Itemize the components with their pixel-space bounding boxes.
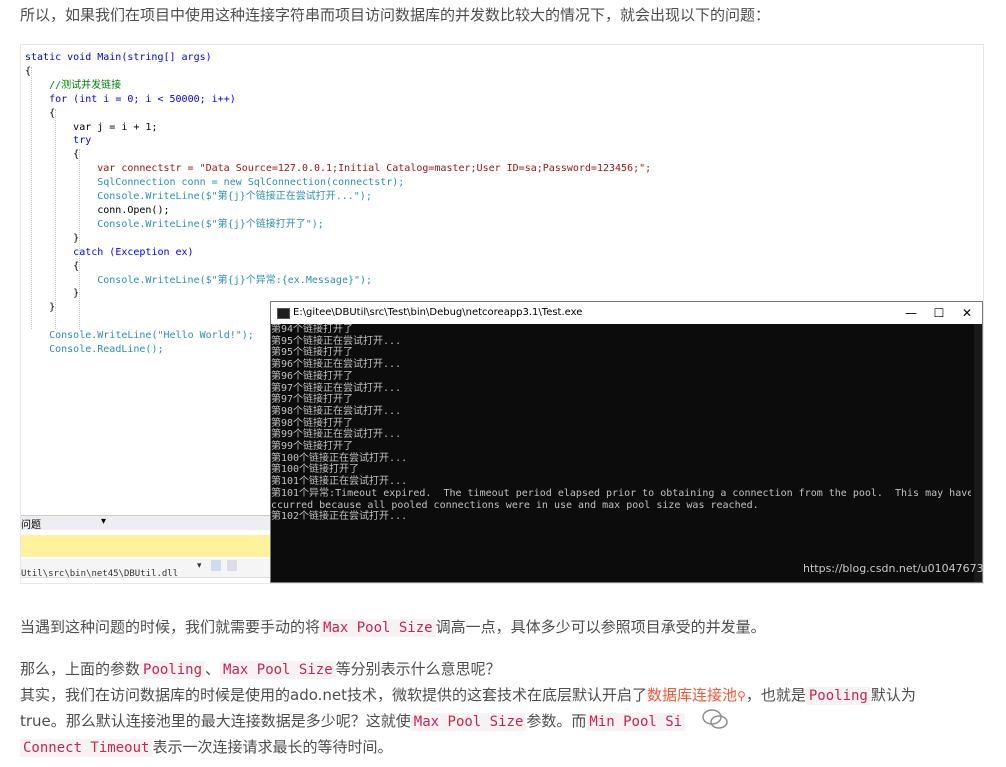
code-line-4: for (int i = 0; i < 50000; i++) xyxy=(49,93,236,105)
console-scrollbar[interactable] xyxy=(974,324,982,582)
connection-pool-link[interactable]: 数据库连接池 xyxy=(647,686,737,704)
console-line: 第97个链接正在尝试打开... xyxy=(271,382,402,394)
ide-screenshot: static void Main(string[] args) { //测试并发… xyxy=(20,44,984,584)
console-line: 第95个链接正在尝试打开... xyxy=(271,335,402,347)
code-line-6: var j = i + 1; xyxy=(73,121,158,133)
para4-text-a: true。那么默认连接池里的最大连接数据是多少呢？这就使 xyxy=(20,712,411,730)
code-line-11: Console.WriteLine($"第{j}个链接正在尝试打开..."); xyxy=(97,191,372,203)
code-line-15: catch (Exception ex) xyxy=(73,246,194,258)
inline-code: Min Pool Si xyxy=(586,713,686,731)
para3-text-a: 其实，我们在访问数据库的时候是使用的ado.net技术，微软提供的这套技术在底层… xyxy=(20,686,648,704)
highlight-band xyxy=(21,535,271,557)
chevron-down-icon[interactable]: ▾ xyxy=(197,561,202,571)
code-line-7: try xyxy=(73,135,92,147)
paragraph-5: Connect Timeout 表示一次连接请求最长的等待时间。 xyxy=(20,734,392,761)
para1-text-b: 调高一点，具体多少可以参照项目承受的并发量。 xyxy=(435,618,766,636)
close-button[interactable]: ✕ xyxy=(952,302,982,324)
code-line-13: Console.WriteLine($"第{j}个链接打开了"); xyxy=(97,218,324,230)
console-line: 第96个链接打开了 xyxy=(271,370,354,382)
toolbar-icon[interactable] xyxy=(227,560,237,571)
console-line: 第97个链接打开了 xyxy=(271,394,354,406)
para3-text-b: ，也就是 xyxy=(745,686,806,704)
inline-code: Connect Timeout xyxy=(20,739,153,757)
para2-text-b: 等分别表示什么意思呢？ xyxy=(335,660,501,678)
wechat-watermark xyxy=(702,708,982,736)
inline-code: Pooling xyxy=(805,687,871,705)
console-line: 第100个链接正在尝试打开... xyxy=(271,452,408,464)
code-line-18: } xyxy=(73,288,80,300)
maximize-button[interactable]: ☐ xyxy=(924,302,954,324)
para4-text-b: 参数。而 xyxy=(526,712,587,730)
paragraph-2: 那么，上面的参数 Pooling、 Max Pool Size 等分别表示什么意思呢？ xyxy=(20,656,501,683)
paragraph-1: 当遇到这种问题的时候，我们就需要手动的将 Max Pool Size 调高一点，具体… xyxy=(20,614,766,641)
code-line-8: { xyxy=(73,149,80,161)
paragraph-4: true。那么默认连接池里的最大连接数据是多少呢？这就使 Max Pool Siz… xyxy=(20,708,686,735)
console-line: 第94个链接打开了 xyxy=(271,324,354,335)
paragraph-3: 其实，我们在访问数据库的时候是使用的ado.net技术，微软提供的这套技术在底层… xyxy=(20,682,916,709)
code-line-9: var connectstr = "Data Source=127.0.0.1;… xyxy=(97,163,652,175)
intro-paragraph: 所以，如果我们在项目中使用这种连接字符串而项目访问数据库的并发数比较大的情况下，… xyxy=(20,6,771,24)
code-line-20: Console.WriteLine("Hello World!"); xyxy=(49,330,254,342)
code-line-19: } xyxy=(49,302,56,314)
console-line: 第99个链接打开了 xyxy=(271,441,354,453)
code-line-1: static void Main(string[] args) xyxy=(25,52,212,63)
dropdown-icon[interactable]: ▾ xyxy=(101,516,106,527)
console-window: E:\gitee\DBUtil\src\Test\bin\Debug\netco… xyxy=(270,301,983,583)
console-line: 第98个链接正在尝试打开... xyxy=(271,405,402,417)
console-line: 第102个链接正在尝试打开... xyxy=(271,511,408,523)
console-title: E:\gitee\DBUtil\src\Test\bin\Debug\netco… xyxy=(293,307,583,318)
code-line-16: { xyxy=(73,260,80,272)
inline-code: Max Pool Size xyxy=(410,713,527,731)
para2-separator: 、 xyxy=(205,660,221,678)
console-line: ccurred because all pooled connections w… xyxy=(271,499,759,511)
error-list-tab[interactable]: 问题 xyxy=(21,516,41,531)
code-line-2: { xyxy=(25,65,32,77)
para1-text-a: 当遇到这种问题的时候，我们就需要手动的将 xyxy=(20,618,321,636)
inline-code: Pooling xyxy=(140,661,206,679)
error-list-tab-bar[interactable]: 问题 ▾ xyxy=(21,515,271,531)
console-line: 第101个异常:Timeout expired. The timeout per… xyxy=(271,487,971,499)
console-app-icon xyxy=(277,308,290,319)
console-line: 第100个链接打开了 xyxy=(271,464,360,476)
para2-text-a: 那么，上面的参数 xyxy=(20,660,141,678)
toolbar-icon[interactable] xyxy=(211,560,221,571)
console-line: 第95个链接打开了 xyxy=(271,347,354,359)
console-output: 第94个链接打开了 第95个链接正在尝试打开... 第95个链接打开了 第96个… xyxy=(271,324,971,582)
watermark-url: https://blog.csdn.net/u010476739 xyxy=(803,562,984,575)
wechat-logo-icon xyxy=(702,709,728,729)
code-line-12: conn.Open(); xyxy=(97,204,170,216)
search-icon[interactable]: ⚲ xyxy=(737,689,746,703)
console-line: 第101个链接正在尝试打开... xyxy=(271,476,408,488)
code-line-21: Console.ReadLine(); xyxy=(49,344,164,356)
inline-code: Max Pool Size xyxy=(220,661,336,679)
inline-code: Max Pool Size xyxy=(320,619,436,637)
para5-text-a: 表示一次连接请求最长的等待时间。 xyxy=(152,738,393,756)
code-line-17: Console.WriteLine($"第{j}个异常:{ex.Message}… xyxy=(97,274,373,286)
console-title-bar[interactable]: E:\gitee\DBUtil\src\Test\bin\Debug\netco… xyxy=(271,302,982,324)
code-line-3: //测试并发链接 xyxy=(49,79,122,91)
para3-text-c: 默认为 xyxy=(870,686,916,704)
console-line: 第96个链接正在尝试打开... xyxy=(271,359,402,371)
minimize-button[interactable]: — xyxy=(896,302,926,324)
console-line: 第98个链接打开了 xyxy=(271,417,354,429)
output-path: Util\src\bin\net45\DBUtil.dll xyxy=(21,569,179,579)
console-line: 第99个链接正在尝试打开... xyxy=(271,429,402,441)
code-line-10: SqlConnection conn = new SqlConnection(c… xyxy=(97,177,405,189)
code-line-14: } xyxy=(73,232,80,244)
code-line-5: { xyxy=(49,107,56,119)
